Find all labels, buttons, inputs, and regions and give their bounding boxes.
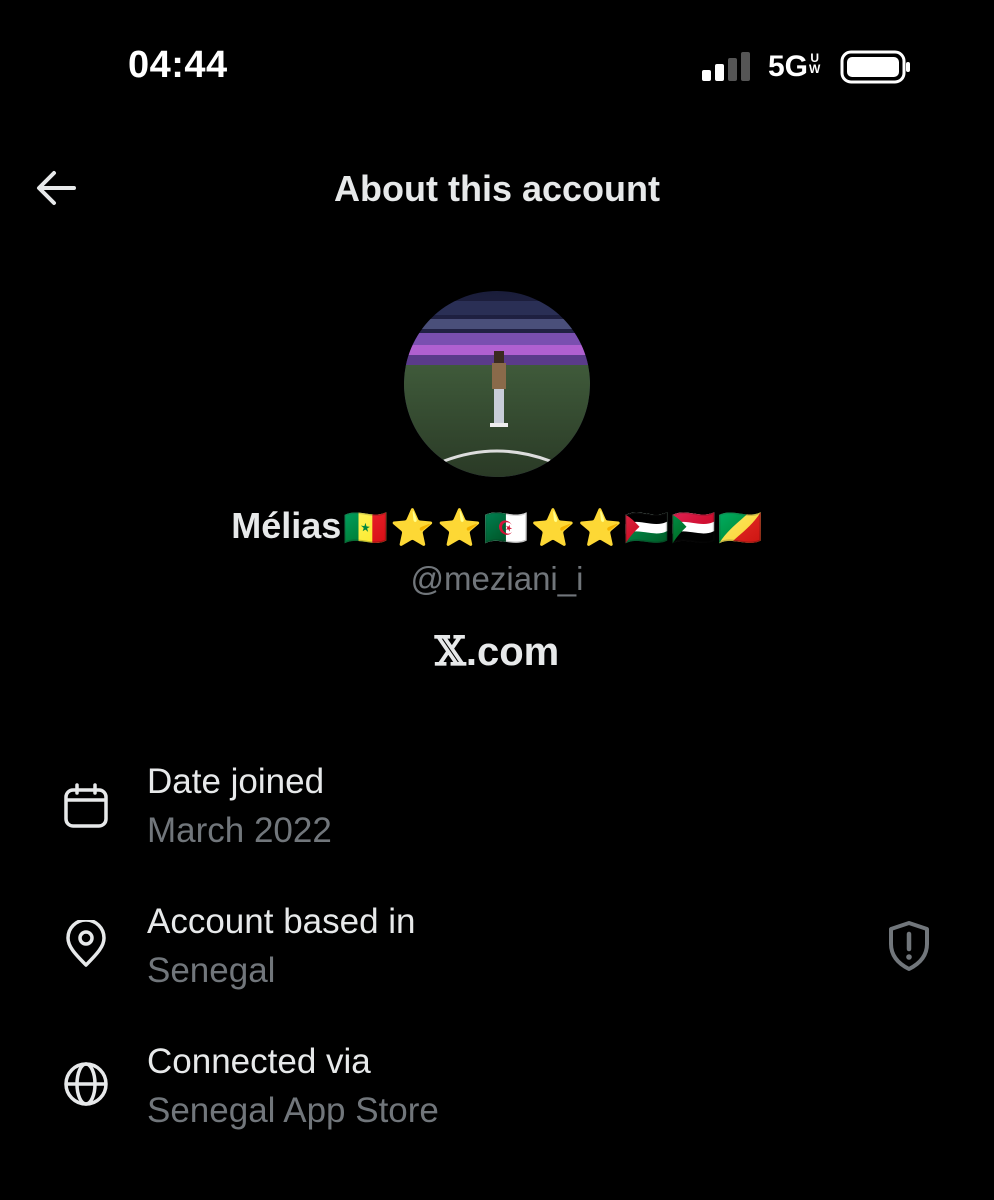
page-title: About this account — [334, 168, 660, 209]
x-logo: 𝕏 — [434, 628, 466, 675]
connected-via-value: Senegal App Store — [147, 1091, 439, 1130]
name-emoji-2: ⭐ — [436, 507, 482, 549]
avatar[interactable] — [404, 291, 590, 477]
date-joined-label: Date joined — [147, 762, 325, 801]
name-emoji-6: 🇵🇸 — [624, 507, 670, 549]
battery-icon — [840, 50, 910, 84]
account-based-value: Senegal — [147, 951, 276, 990]
display-name: Mélias — [231, 505, 342, 546]
name-emoji-1: ⭐ — [390, 507, 435, 549]
name-emoji-5: ⭐ — [577, 507, 623, 549]
date-joined-value: March 2022 — [147, 811, 332, 850]
account-based-label: Account based in — [147, 902, 416, 941]
network-indicator: 5G U W — [768, 50, 820, 84]
profile-name: Mélias🇸🇳⭐⭐🇩🇿⭐⭐🇵🇸🇸🇩🇨🇬 — [0, 505, 994, 549]
name-emoji-4: ⭐ — [530, 507, 576, 549]
site-link[interactable]: 𝕏.com — [0, 628, 994, 675]
network-suffix: UW — [809, 52, 821, 76]
calendar-icon — [64, 783, 108, 828]
network-type: 5G — [768, 50, 809, 83]
name-emoji-8: 🇨🇬 — [717, 507, 763, 549]
name-emoji-7: 🇸🇩 — [671, 507, 716, 549]
avatar-image — [404, 291, 590, 477]
location-pin-icon — [66, 920, 106, 967]
site-suffix: .com — [465, 630, 560, 674]
connected-via-label: Connected via — [147, 1042, 371, 1081]
name-emoji-0: 🇸🇳 — [343, 507, 389, 549]
status-time: 04:44 — [128, 44, 228, 86]
globe-icon — [64, 1062, 108, 1106]
network-suffix-bottom: W — [809, 62, 821, 76]
cellular-signal-icon — [702, 52, 750, 81]
profile-handle: @meziani_i — [410, 560, 584, 597]
name-emoji-3: 🇩🇿 — [483, 507, 529, 549]
shield-alert-icon[interactable] — [886, 920, 932, 972]
